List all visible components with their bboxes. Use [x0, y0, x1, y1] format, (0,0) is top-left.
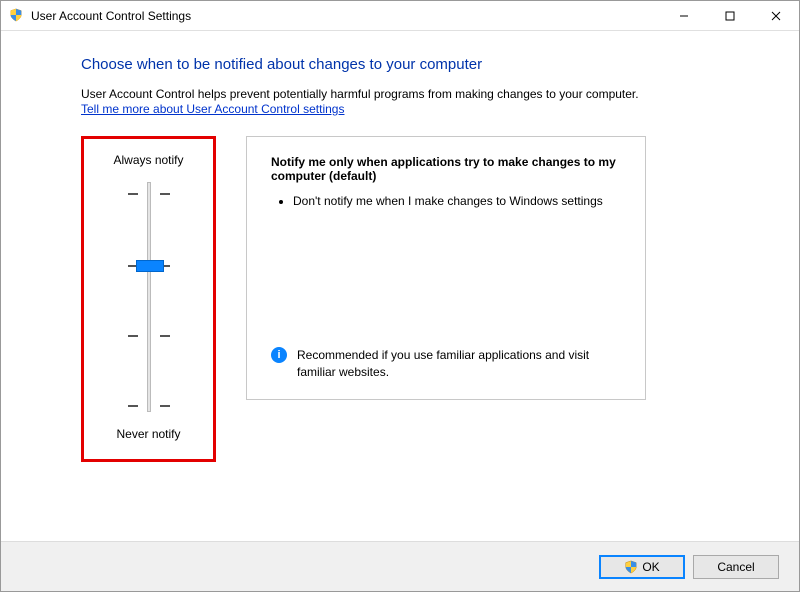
maximize-button[interactable]: [707, 1, 753, 30]
slider-tick: [128, 193, 170, 195]
info-icon: i: [271, 347, 287, 363]
slider-thumb[interactable]: [136, 260, 164, 272]
window-title: User Account Control Settings: [31, 9, 661, 23]
close-button[interactable]: [753, 1, 799, 30]
ok-button[interactable]: OK: [599, 555, 685, 579]
slider-tick: [128, 405, 170, 407]
recommendation-row: i Recommended if you use familiar applic…: [271, 347, 627, 381]
cancel-button[interactable]: Cancel: [693, 555, 779, 579]
content-area: Choose when to be notified about changes…: [1, 31, 799, 541]
description-text: User Account Control helps prevent poten…: [81, 87, 719, 101]
recommendation-text: Recommended if you use familiar applicat…: [297, 347, 627, 381]
slider-top-label: Always notify: [113, 153, 183, 167]
dialog-footer: OK Cancel: [1, 541, 799, 591]
slider-bottom-label: Never notify: [116, 427, 180, 441]
notification-slider-panel: Always notify Never notify: [81, 136, 216, 462]
window-controls: [661, 1, 799, 30]
page-heading: Choose when to be notified about changes…: [81, 56, 719, 73]
detail-bullet: Don't notify me when I make changes to W…: [293, 193, 627, 210]
main-area: Always notify Never notify Notify me onl…: [81, 136, 719, 462]
slider-track: [147, 182, 151, 412]
titlebar: User Account Control Settings: [1, 1, 799, 31]
uac-settings-window: User Account Control Settings Choose whe…: [0, 0, 800, 592]
detail-list: Don't notify me when I make changes to W…: [293, 193, 627, 210]
learn-more-link[interactable]: Tell me more about User Account Control …: [81, 102, 344, 116]
ok-button-label: OK: [642, 560, 659, 574]
shield-icon: [624, 560, 638, 574]
detail-panel: Notify me only when applications try to …: [246, 136, 646, 400]
notification-slider[interactable]: [119, 177, 179, 417]
shield-icon: [9, 8, 25, 24]
detail-title: Notify me only when applications try to …: [271, 155, 627, 183]
minimize-button[interactable]: [661, 1, 707, 30]
cancel-button-label: Cancel: [717, 560, 754, 574]
slider-tick: [128, 335, 170, 337]
